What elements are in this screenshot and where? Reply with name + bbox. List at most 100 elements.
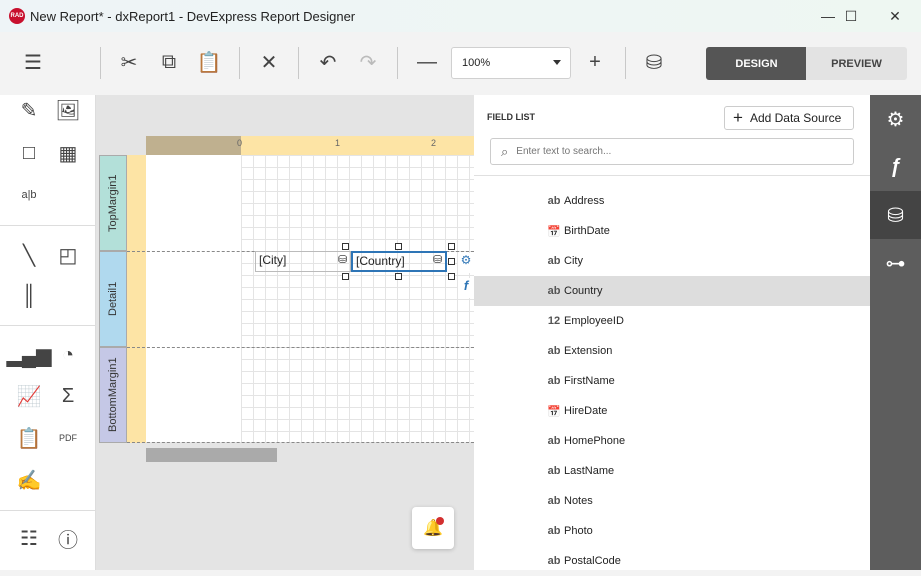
field-item[interactable]: ab HomePhone bbox=[474, 426, 870, 456]
subreport-tool-icon[interactable]: 📋 bbox=[14, 423, 44, 453]
expressions-icon[interactable]: ƒ bbox=[870, 143, 921, 191]
label-tool-icon[interactable]: ✎ bbox=[14, 95, 44, 125]
resize-handle[interactable] bbox=[395, 243, 402, 250]
field-search-box[interactable]: ⌕ bbox=[490, 138, 854, 165]
barcode-tool-icon[interactable]: ║ bbox=[14, 281, 44, 311]
ruler-tick: 2 bbox=[431, 138, 437, 148]
field-name: Address bbox=[564, 195, 605, 207]
field-item[interactable]: ab Notes bbox=[474, 486, 870, 516]
string-type-icon: ab bbox=[547, 255, 561, 267]
field-item[interactable]: ab FirstName bbox=[474, 366, 870, 396]
string-type-icon: ab bbox=[547, 345, 561, 357]
string-type-icon: ab bbox=[547, 435, 561, 447]
resize-handle[interactable] bbox=[448, 258, 455, 265]
field-name: Photo bbox=[564, 525, 593, 537]
search-input[interactable] bbox=[516, 146, 817, 157]
close-button[interactable]: ✕ bbox=[875, 4, 915, 28]
divider bbox=[0, 225, 96, 226]
menu-icon[interactable]: ☰ bbox=[17, 46, 49, 78]
design-tab[interactable]: DESIGN bbox=[706, 47, 807, 80]
line-tool-icon[interactable]: ╲ bbox=[14, 240, 44, 270]
field-item[interactable]: ab Photo bbox=[474, 516, 870, 546]
band-bottom-margin[interactable]: BottomMargin1 bbox=[99, 347, 127, 443]
band-boundary bbox=[127, 347, 474, 348]
date-type-icon: 📅 bbox=[547, 405, 561, 418]
number-type-icon: 12 bbox=[547, 315, 561, 327]
separator bbox=[397, 47, 398, 79]
vertical-ruler bbox=[127, 155, 146, 443]
maximize-button[interactable]: ☐ bbox=[831, 4, 871, 28]
resize-handle[interactable] bbox=[342, 243, 349, 250]
field-item[interactable]: ab Address bbox=[474, 186, 870, 216]
string-type-icon: ab bbox=[547, 285, 561, 297]
gauge-tool-icon[interactable]: ◔ bbox=[53, 340, 83, 370]
field-item[interactable]: ab LastName bbox=[474, 456, 870, 486]
resize-handle[interactable] bbox=[342, 273, 349, 280]
separator bbox=[298, 47, 299, 79]
sparkline-tool-icon[interactable]: 📈 bbox=[14, 381, 44, 411]
field-item[interactable]: ab PostalCode bbox=[474, 546, 870, 576]
string-type-icon: ab bbox=[547, 555, 561, 567]
properties-gear-icon[interactable]: ⚙ bbox=[870, 95, 921, 143]
field-item[interactable]: ab City bbox=[474, 246, 870, 276]
field-name: FirstName bbox=[564, 375, 615, 387]
band-top-margin[interactable]: TopMargin1 bbox=[99, 155, 127, 251]
field-item[interactable]: ab Country bbox=[474, 276, 870, 306]
copy-icon[interactable]: ⧉ bbox=[153, 46, 185, 78]
picture-tool-icon[interactable]: 🖼 bbox=[53, 95, 83, 125]
expression-icon[interactable]: f bbox=[458, 278, 474, 298]
pdf-tool-icon[interactable]: PDF bbox=[53, 423, 83, 453]
page-grid[interactable] bbox=[241, 155, 474, 442]
preview-tab[interactable]: PREVIEW bbox=[806, 47, 907, 80]
right-sidebar: ⚙ ƒ ⛁ ⊶ bbox=[870, 95, 921, 570]
toolbar: ☰ ✂ ⧉ 📋 ✕ ↶ ↷ — 100% + ⛁ DESIGN PREVIEW bbox=[0, 32, 921, 95]
zoom-dropdown[interactable]: 100% bbox=[451, 47, 571, 79]
resize-handle[interactable] bbox=[448, 273, 455, 280]
panel-tool-icon[interactable]: □ bbox=[14, 138, 44, 168]
field-list-database-icon[interactable]: ⛁ bbox=[870, 191, 921, 239]
zoom-in-icon[interactable]: + bbox=[579, 46, 611, 78]
page-info-tool-icon[interactable]: ⓘ bbox=[53, 523, 83, 553]
cut-icon[interactable]: ✂ bbox=[113, 46, 145, 78]
checkbox-text-tool-icon[interactable]: a|b bbox=[14, 180, 44, 210]
field-item[interactable]: ab Extension bbox=[474, 336, 870, 366]
field-item[interactable]: 📅 BirthDate bbox=[474, 216, 870, 246]
properties-gear-icon[interactable]: ⚙ bbox=[458, 253, 474, 273]
field-name: EmployeeID bbox=[564, 315, 624, 327]
validate-data-icon[interactable]: ⛁ bbox=[638, 46, 670, 78]
shape-tool-icon[interactable]: ◰ bbox=[53, 240, 83, 270]
resize-handle[interactable] bbox=[395, 273, 402, 280]
field-list-panel: FIELD LIST +Add Data Source ⌕ abAddress📅… bbox=[474, 95, 870, 570]
field-name: City bbox=[564, 255, 583, 267]
delete-icon[interactable]: ✕ bbox=[253, 46, 285, 78]
horizontal-scrollbar[interactable] bbox=[146, 448, 277, 462]
add-data-source-button[interactable]: + Add Data Source bbox=[724, 106, 854, 130]
field-name: LastName bbox=[564, 465, 615, 477]
field-item[interactable]: 📅 HireDate bbox=[474, 396, 870, 426]
table-tool-icon[interactable]: ▦ bbox=[53, 138, 83, 168]
divider bbox=[474, 175, 870, 176]
chart-tool-icon[interactable]: ▂▄▆ bbox=[7, 340, 52, 370]
separator bbox=[239, 47, 240, 79]
report-explorer-icon[interactable]: ⊶ bbox=[870, 239, 921, 287]
zoom-value: 100% bbox=[462, 57, 491, 69]
band-detail[interactable]: Detail1 bbox=[99, 251, 127, 347]
database-icon: ⛁ bbox=[433, 254, 443, 266]
notification-badge bbox=[436, 517, 444, 525]
redo-icon[interactable]: ↷ bbox=[352, 46, 384, 78]
string-type-icon: ab bbox=[547, 495, 561, 507]
resize-handle[interactable] bbox=[448, 243, 455, 250]
signature-tool-icon[interactable]: ✍ bbox=[14, 465, 44, 495]
horizontal-ruler: 0 1 2 bbox=[237, 136, 474, 155]
app-logo: RAD bbox=[9, 8, 25, 24]
city-cell[interactable]: [City] bbox=[255, 251, 351, 272]
chevron-down-icon bbox=[553, 60, 561, 69]
panel-title: FIELD LIST bbox=[487, 112, 535, 122]
table-of-contents-tool-icon[interactable]: ☷ bbox=[14, 523, 44, 553]
summary-tool-icon[interactable]: Σ bbox=[53, 381, 83, 411]
paste-icon[interactable]: 📋 bbox=[193, 46, 225, 78]
undo-icon[interactable]: ↶ bbox=[312, 46, 344, 78]
notification-bell-icon[interactable]: 🔔 bbox=[412, 507, 454, 549]
field-item[interactable]: 12 EmployeeID bbox=[474, 306, 870, 336]
zoom-out-icon[interactable]: — bbox=[411, 46, 443, 78]
